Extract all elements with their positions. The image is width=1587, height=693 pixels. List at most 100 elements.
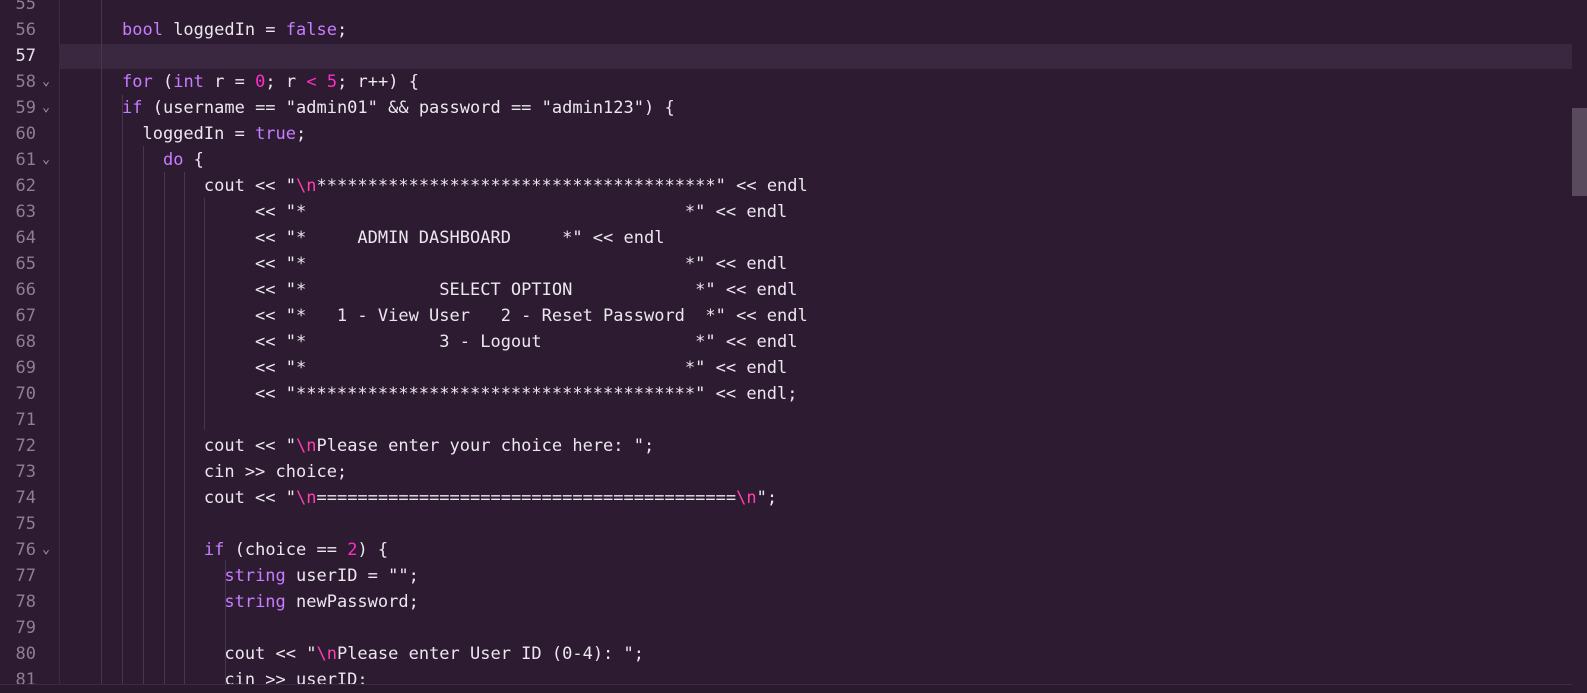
code-text[interactable]: << "* SELECT OPTION *" << endl (122, 277, 798, 303)
code-token: loggedIn = (162, 20, 286, 40)
code-line[interactable]: 57 (0, 43, 1572, 69)
code-editor[interactable]: 55 56 bool loggedIn = false; 57 58 ⌄ for (int … (0, 0, 1587, 693)
line-number: 78 (15, 592, 36, 612)
code-token: ; (336, 20, 348, 40)
vertical-scrollbar[interactable] (1572, 0, 1587, 693)
line-number: 60 (15, 124, 36, 144)
code-text[interactable]: << "************************************… (122, 381, 798, 407)
code-line[interactable]: 59 ⌄ if (username == "admin01" && password… (0, 95, 1572, 121)
code-line[interactable]: 69 << "* *" << endl (0, 355, 1572, 381)
code-token: cout << " (122, 644, 317, 664)
code-line[interactable]: 79 (0, 615, 1572, 641)
code-token: for (122, 72, 153, 92)
scrollbar-thumb[interactable] (1572, 108, 1587, 196)
code-token: << "************************************… (122, 384, 798, 404)
code-line[interactable]: 66 << "* SELECT OPTION *" << endl (0, 277, 1572, 303)
code-text[interactable]: do { (122, 147, 204, 173)
code-line[interactable]: 71 (0, 407, 1572, 433)
line-number: 55 (15, 0, 36, 14)
code-text[interactable]: bool loggedIn = false; (122, 17, 347, 43)
code-token: false (285, 20, 337, 40)
code-line[interactable]: 58 ⌄ for (int r = 0; r < 5; r++) { (0, 69, 1572, 95)
code-token: string (224, 566, 286, 586)
code-token: { (183, 150, 204, 170)
code-token: \n (296, 436, 317, 456)
code-token: ) { (357, 540, 389, 560)
code-token: << "* *" << endl (122, 202, 788, 222)
code-text[interactable]: string newPassword; (122, 589, 419, 615)
code-token: newPassword; (285, 592, 419, 612)
code-text[interactable]: for (int r = 0; r < 5; r++) { (122, 69, 419, 95)
fold-chevron-icon[interactable]: ⌄ (40, 537, 52, 563)
code-line[interactable]: 78 string newPassword; (0, 589, 1572, 615)
code-token: loggedIn = (122, 124, 256, 144)
horizontal-scrollbar[interactable] (0, 684, 1572, 693)
code-token: << "* 3 - Logout *" << endl (122, 332, 798, 352)
fold-chevron-icon[interactable]: ⌄ (40, 95, 52, 121)
fold-chevron-icon[interactable]: ⌄ (40, 69, 52, 95)
line-number: 56 (15, 20, 36, 40)
code-text[interactable]: if (choice == 2) { (122, 537, 388, 563)
code-text[interactable]: cin >> choice; (122, 459, 347, 485)
code-text[interactable]: string userID = ""; (122, 563, 418, 589)
code-token: ( (152, 72, 174, 92)
code-token: bool (122, 20, 163, 40)
code-line[interactable]: 72 cout << "\nPlease enter your choice h… (0, 433, 1572, 459)
code-line[interactable]: 74 cout << "\n==========================… (0, 485, 1572, 511)
code-line[interactable]: 64 << "* ADMIN DASHBOARD *" << endl (0, 225, 1572, 251)
code-text[interactable]: loggedIn = true; (122, 121, 306, 147)
line-number: 57 (15, 46, 36, 66)
code-token: if (203, 540, 225, 560)
code-line[interactable]: 60 loggedIn = true; (0, 121, 1572, 147)
code-line[interactable]: 68 << "* 3 - Logout *" << endl (0, 329, 1572, 355)
fold-chevron-icon[interactable]: ⌄ (40, 147, 52, 173)
code-token: true (255, 124, 297, 144)
code-text[interactable]: cout << "\n*****************************… (122, 173, 808, 199)
code-token: int (173, 72, 204, 92)
code-line[interactable]: 62 cout << "\n**************************… (0, 173, 1572, 199)
code-line[interactable]: 80 cout << "\nPlease enter User ID (0-4)… (0, 641, 1572, 667)
code-token: << "* *" << endl (122, 358, 788, 378)
code-token: Please enter User ID (0-4): "; (336, 644, 644, 664)
code-text[interactable]: << "* *" << endl (122, 199, 787, 225)
line-number: 66 (15, 280, 36, 300)
code-token: cout << " (122, 176, 296, 196)
code-text[interactable]: << "* *" << endl (122, 251, 787, 277)
line-number: 59 (15, 98, 36, 118)
code-line[interactable]: 76 ⌄ if (choice == 2) { (0, 537, 1572, 563)
code-token: Please enter your choice here: "; (316, 436, 655, 456)
code-text[interactable]: if (username == "admin01" && password ==… (122, 95, 675, 121)
code-text[interactable]: << "* 3 - Logout *" << endl (122, 329, 798, 355)
code-line[interactable]: 65 << "* *" << endl (0, 251, 1572, 277)
code-token: 0 (255, 72, 266, 92)
code-line[interactable]: 61 ⌄ do { (0, 147, 1572, 173)
code-text[interactable]: << "* *" << endl (122, 355, 787, 381)
code-token: << "* SELECT OPTION *" << endl (122, 280, 798, 300)
line-number: 75 (15, 514, 36, 534)
code-line[interactable]: 67 << "* 1 - View User 2 - Reset Passwor… (0, 303, 1572, 329)
code-token: r = (203, 72, 256, 92)
code-text[interactable]: cout << "\n=============================… (122, 485, 777, 511)
code-text[interactable]: cout << "\nPlease enter User ID (0-4): "… (122, 641, 644, 667)
line-number: 69 (15, 358, 36, 378)
code-token: cin >> choice; (122, 462, 348, 482)
code-text[interactable]: << "* 1 - View User 2 - Reset Password *… (122, 303, 808, 329)
code-line[interactable]: 77 string userID = ""; (0, 563, 1572, 589)
code-line[interactable]: 63 << "* *" << endl (0, 199, 1572, 225)
code-line[interactable]: 56 bool loggedIn = false; (0, 17, 1572, 43)
code-text[interactable]: cout << "\nPlease enter your choice here… (122, 433, 654, 459)
code-token: << "* 1 - View User 2 - Reset Password *… (122, 306, 808, 326)
code-line[interactable]: 55 (0, 0, 1572, 17)
line-number: 71 (15, 410, 36, 430)
line-number: 67 (15, 306, 36, 326)
code-line[interactable]: 70 << "*********************************… (0, 381, 1572, 407)
code-line[interactable]: 75 (0, 511, 1572, 537)
code-line[interactable]: 73 cin >> choice; (0, 459, 1572, 485)
code-token: ========================================… (316, 488, 737, 508)
code-text[interactable]: << "* ADMIN DASHBOARD *" << endl (122, 225, 664, 251)
line-number: 68 (15, 332, 36, 352)
